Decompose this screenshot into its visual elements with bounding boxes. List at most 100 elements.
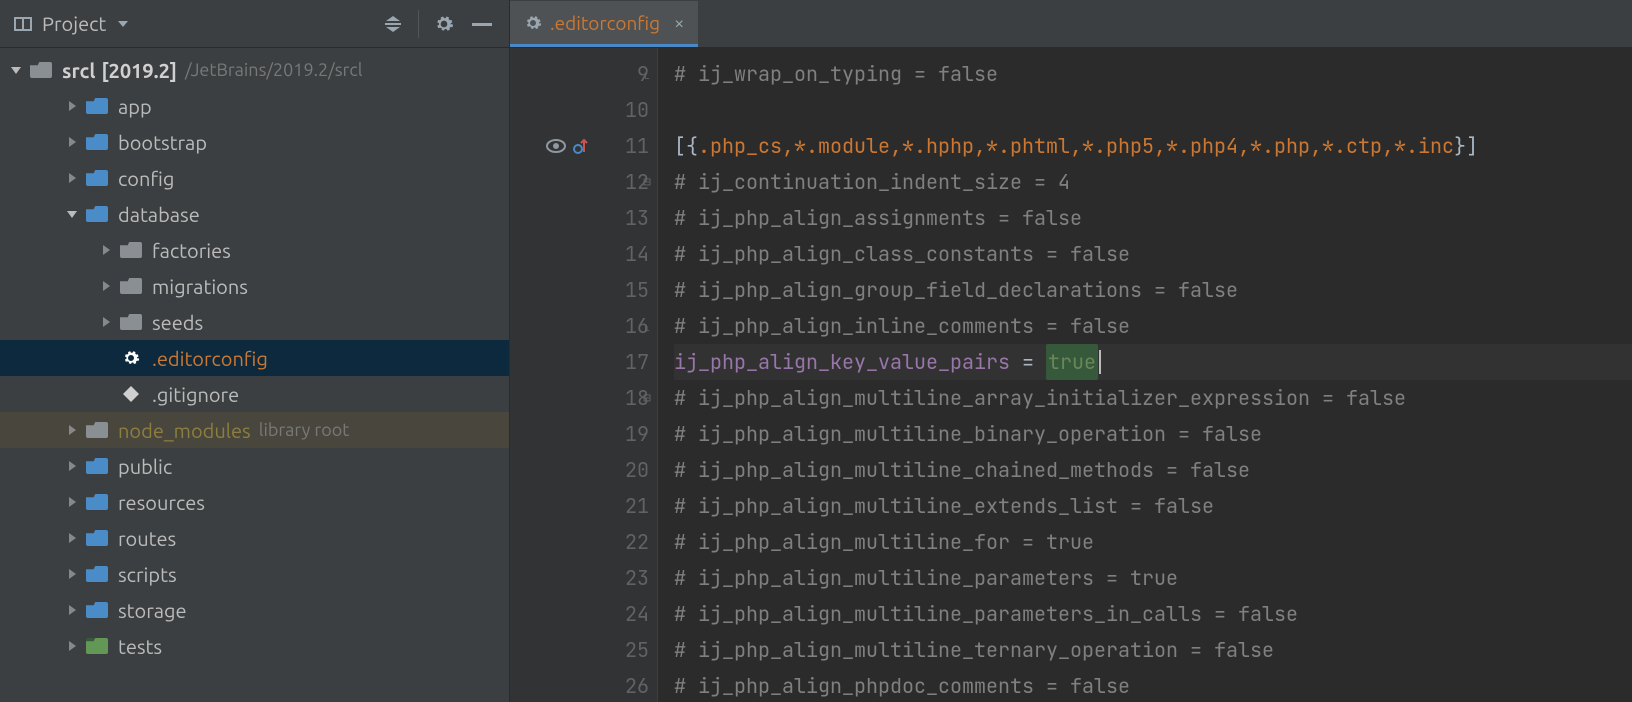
code-line[interactable]: # ij_php_align_phpdoc_comments = false <box>674 668 1632 702</box>
code-line[interactable] <box>674 92 1632 128</box>
tree-item-factories[interactable]: factories <box>0 232 509 268</box>
fold-end-icon[interactable]: ⌞ <box>643 56 651 92</box>
folder-icon <box>86 422 108 438</box>
comment-text: # ij_php_align_multiline_parameters_in_c… <box>674 596 1298 632</box>
collapse-arrow-icon[interactable] <box>66 208 80 220</box>
editor-content[interactable]: # ij_wrap_on_typing = false [{.php_cs,*.… <box>658 48 1632 702</box>
tree-item-suffix: library root <box>259 420 350 440</box>
line-number: 21 <box>609 488 649 524</box>
code-line[interactable]: # ij_php_align_multiline_for = true <box>674 524 1632 560</box>
expand-arrow-icon[interactable] <box>66 640 80 652</box>
code-line[interactable]: [{.php_cs,*.module,*.hphp,*.phtml,*.php5… <box>674 128 1632 164</box>
expand-arrow-icon[interactable] <box>66 604 80 616</box>
expand-arrow-icon[interactable] <box>66 532 80 544</box>
tree-item--gitignore[interactable]: .gitignore <box>0 376 509 412</box>
override-up-icon[interactable] <box>573 138 589 154</box>
tree-item-routes[interactable]: routes <box>0 520 509 556</box>
code-line[interactable]: # ij_php_align_assignments = false <box>674 200 1632 236</box>
expand-arrow-icon[interactable] <box>100 244 114 256</box>
gutter-row[interactable]: 21 <box>510 488 649 524</box>
code-line[interactable]: ij_php_align_key_value_pairs = true <box>674 344 1632 380</box>
code-area[interactable]: 9⌞101112⊟13141516⌞1718⊟1920212223242526 … <box>510 48 1632 702</box>
tree-item-label: resources <box>118 491 205 514</box>
expand-arrow-icon[interactable] <box>66 460 80 472</box>
code-line[interactable]: # ij_php_align_multiline_parameters_in_c… <box>674 596 1632 632</box>
folder-icon <box>86 458 108 474</box>
code-line[interactable]: # ij_php_align_multiline_parameters = tr… <box>674 560 1632 596</box>
gutter-row[interactable]: 24 <box>510 596 649 632</box>
code-line[interactable]: # ij_php_align_multiline_array_initializ… <box>674 380 1632 416</box>
tree-item-resources[interactable]: resources <box>0 484 509 520</box>
code-line[interactable]: # ij_php_align_group_field_declarations … <box>674 272 1632 308</box>
gutter-row[interactable]: 14 <box>510 236 649 272</box>
code-line[interactable]: # ij_php_align_inline_comments = false <box>674 308 1632 344</box>
gutter-row[interactable]: 26 <box>510 668 649 702</box>
gutter-row[interactable]: 16⌞ <box>510 308 649 344</box>
expand-arrow-icon[interactable] <box>10 64 24 76</box>
tree-item-app[interactable]: app <box>0 88 509 124</box>
gutter-row[interactable]: 9⌞ <box>510 56 649 92</box>
expand-arrow-icon[interactable] <box>66 568 80 580</box>
expand-arrow-icon[interactable] <box>66 136 80 148</box>
tree-item-bootstrap[interactable]: bootstrap <box>0 124 509 160</box>
expand-arrow-icon[interactable] <box>100 280 114 292</box>
expand-arrow-icon[interactable] <box>100 316 114 328</box>
gutter-row[interactable]: 20 <box>510 452 649 488</box>
tree-item-public[interactable]: public <box>0 448 509 484</box>
expand-arrow-icon[interactable] <box>66 100 80 112</box>
comment-text: # ij_php_align_multiline_for = true <box>674 524 1094 560</box>
code-line[interactable]: # ij_php_align_multiline_extends_list = … <box>674 488 1632 524</box>
settings-gear-button[interactable] <box>429 9 459 39</box>
scroll-from-source-button[interactable] <box>378 9 408 39</box>
code-line[interactable]: # ij_continuation_indent_size = 4 <box>674 164 1632 200</box>
text-caret <box>1099 350 1101 374</box>
tree-root[interactable]: srcl [2019.2] /JetBrains/2019.2/srcl <box>0 52 509 88</box>
project-tree[interactable]: srcl [2019.2] /JetBrains/2019.2/srcl app… <box>0 48 509 702</box>
gutter-row[interactable]: 12⊟ <box>510 164 649 200</box>
gutter-marks[interactable] <box>545 138 589 154</box>
gutter-row[interactable]: 22 <box>510 524 649 560</box>
tree-item-label: tests <box>118 635 162 658</box>
project-title[interactable]: Project <box>42 12 106 35</box>
editor-tab[interactable]: .editorconfig × <box>510 1 698 47</box>
comment-text: # ij_continuation_indent_size = 4 <box>674 164 1070 200</box>
gutter-row[interactable]: 10 <box>510 92 649 128</box>
gutter-row[interactable]: 23 <box>510 560 649 596</box>
tree-item-database[interactable]: database <box>0 196 509 232</box>
folder-icon <box>86 134 108 150</box>
code-line[interactable]: # ij_php_align_class_constants = false <box>674 236 1632 272</box>
tree-item-storage[interactable]: storage <box>0 592 509 628</box>
code-line[interactable]: # ij_php_align_multiline_chained_methods… <box>674 452 1632 488</box>
gutter-row[interactable]: 19 <box>510 416 649 452</box>
fold-start-icon[interactable]: ⊟ <box>643 380 651 416</box>
expand-arrow-icon[interactable] <box>66 172 80 184</box>
code-line[interactable]: # ij_php_align_multiline_binary_operatio… <box>674 416 1632 452</box>
editor-gutter[interactable]: 9⌞101112⊟13141516⌞1718⊟1920212223242526 <box>510 48 658 702</box>
tree-item-tests[interactable]: tests <box>0 628 509 664</box>
line-number: 15 <box>609 272 649 308</box>
tree-item-config[interactable]: config <box>0 160 509 196</box>
file-icon <box>120 383 142 405</box>
chevron-down-icon[interactable] <box>116 17 130 31</box>
tree-item-label: factories <box>152 239 231 262</box>
expand-arrow-icon[interactable] <box>66 496 80 508</box>
tree-item-migrations[interactable]: migrations <box>0 268 509 304</box>
gutter-row[interactable]: 18⊟ <box>510 380 649 416</box>
tree-item-scripts[interactable]: scripts <box>0 556 509 592</box>
eye-icon[interactable] <box>545 138 567 154</box>
tree-item--editorconfig[interactable]: .editorconfig <box>0 340 509 376</box>
tree-item-node-modules[interactable]: node_moduleslibrary root <box>0 412 509 448</box>
hide-button[interactable] <box>467 9 497 39</box>
gutter-row[interactable]: 13 <box>510 200 649 236</box>
gutter-row[interactable]: 25 <box>510 632 649 668</box>
fold-start-icon[interactable]: ⊟ <box>643 164 651 200</box>
fold-end-icon[interactable]: ⌞ <box>643 308 651 344</box>
gutter-row[interactable]: 15 <box>510 272 649 308</box>
code-line[interactable]: # ij_php_align_multiline_ternary_operati… <box>674 632 1632 668</box>
tree-item-seeds[interactable]: seeds <box>0 304 509 340</box>
code-line[interactable]: # ij_wrap_on_typing = false <box>674 56 1632 92</box>
expand-arrow-icon[interactable] <box>66 424 80 436</box>
gutter-row[interactable]: 17 <box>510 344 649 380</box>
gutter-row[interactable]: 11 <box>510 128 649 164</box>
close-icon[interactable]: × <box>674 13 684 33</box>
